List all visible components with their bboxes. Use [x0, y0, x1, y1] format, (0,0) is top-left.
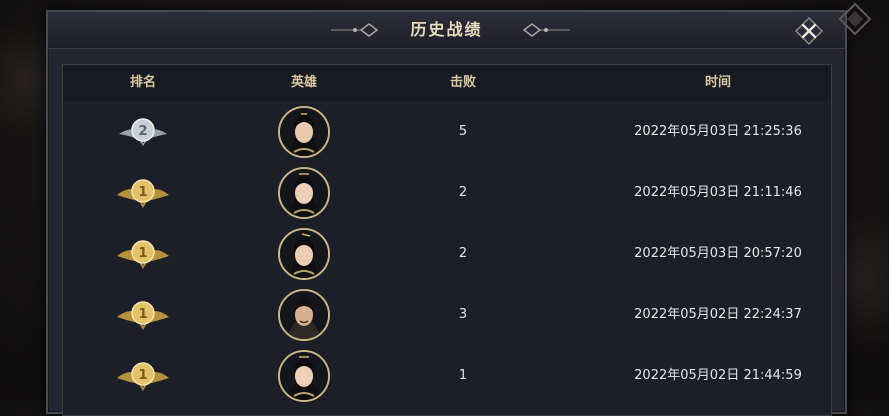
time-value: 2022年05月03日 21:11:46	[634, 185, 802, 200]
rank-number: 1	[138, 246, 147, 261]
dialog-title: 历史战绩	[410, 20, 483, 39]
dialog-title-bar: 历史战绩	[48, 12, 845, 49]
kills-value: 2	[458, 246, 468, 261]
hero-cell	[276, 162, 332, 223]
gold-rank-badge-icon: 1	[117, 240, 169, 269]
female-hero-avatar	[278, 167, 330, 219]
header-time: 时间	[704, 75, 731, 90]
rank-number: 1	[138, 307, 147, 322]
header-kills: 击败	[449, 75, 476, 90]
rank-number: 1	[138, 368, 147, 383]
table-header: 排名 英雄 击败 时间	[63, 65, 831, 101]
hero-cell	[276, 101, 332, 162]
rank-cell: 1	[103, 223, 183, 284]
female-hero-avatar	[278, 228, 330, 280]
rank-number: 1	[138, 185, 147, 200]
table-row: 1 2 2022年05月03日 20:57:20	[63, 223, 831, 284]
time-value: 2022年05月03日 20:57:20	[634, 246, 802, 261]
gold-rank-badge-icon: 1	[117, 362, 169, 391]
table-row: 2 5 2022年05月03日 21:25:36	[63, 101, 831, 162]
rank-cell: 1	[103, 162, 183, 223]
corner-ornament-icon	[838, 2, 872, 36]
rank-number: 2	[138, 124, 147, 139]
kills-value: 3	[458, 307, 468, 322]
table-row: 1 1 2022年05月02日 21:44:59	[63, 345, 831, 406]
header-rank: 排名	[129, 75, 156, 90]
close-icon[interactable]	[794, 16, 824, 46]
title-ornament-right-icon	[522, 23, 570, 37]
record-table: 排名 英雄 击败 时间 2 5 2022年05月03日 21:25:36 1 2…	[62, 64, 832, 416]
male-hero-avatar	[278, 289, 330, 341]
gold-rank-badge-icon: 1	[117, 179, 169, 208]
rank-cell: 2	[103, 101, 183, 162]
silver-rank-badge-icon: 2	[119, 118, 167, 146]
history-dialog: 历史战绩 排名 英雄 击败 时间 2 5 2022年05月03日 21:25:3…	[46, 10, 847, 416]
time-value: 2022年05月02日 21:44:59	[634, 368, 802, 383]
hero-cell	[276, 345, 332, 406]
hero-cell	[276, 223, 332, 284]
kills-value: 2	[458, 185, 468, 200]
female-hero-avatar	[278, 106, 330, 158]
hero-cell	[276, 284, 332, 345]
rank-cell: 1	[103, 284, 183, 345]
table-row: 1 3 2022年05月02日 22:24:37	[63, 284, 831, 345]
header-hero: 英雄	[290, 75, 317, 90]
time-value: 2022年05月02日 22:24:37	[634, 307, 802, 322]
female-hero-avatar	[278, 350, 330, 402]
gold-rank-badge-icon: 1	[117, 301, 169, 330]
kills-value: 1	[458, 368, 468, 383]
kills-value: 5	[458, 124, 468, 139]
time-value: 2022年05月03日 21:25:36	[634, 124, 802, 139]
table-row: 1 2 2022年05月03日 21:11:46	[63, 162, 831, 223]
rank-cell: 1	[103, 345, 183, 406]
